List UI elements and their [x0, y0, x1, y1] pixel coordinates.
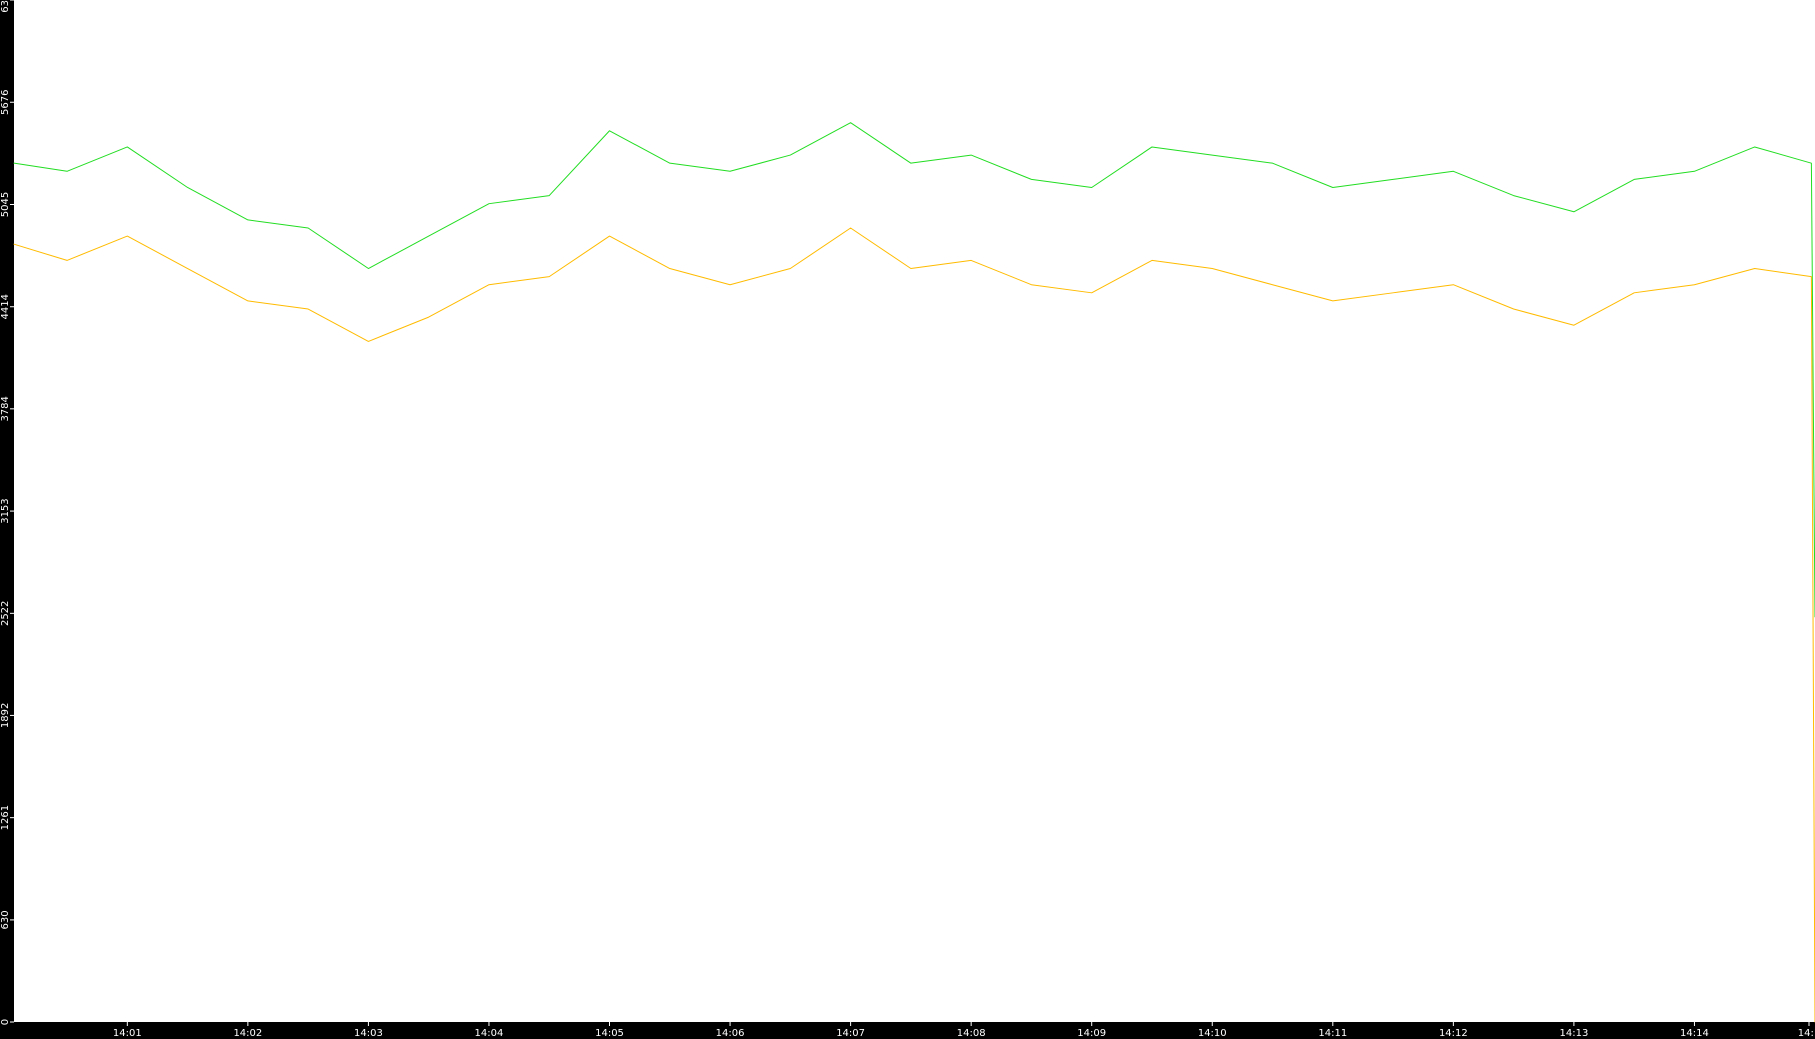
x-tick-label-11: 14:12 — [1439, 1028, 1468, 1039]
y-tick-label-7: 4414 — [0, 294, 11, 319]
x-tick-label-7: 14:08 — [957, 1028, 986, 1039]
plot-area — [14, 0, 1815, 1022]
x-tick-label-6: 14:07 — [836, 1028, 865, 1039]
chart-root: 0 630 1261 1892 2522 3153 3784 4414 5045 5676 6307… — [0, 0, 1815, 1039]
y-tick-label-2: 1261 — [0, 805, 11, 830]
x-tick-label-10: 14:11 — [1318, 1028, 1347, 1039]
time-series-chart: 0 630 1261 1892 2522 3153 3784 4414 5045 5676 6307… — [0, 0, 1815, 1039]
y-tick-label-3: 1892 — [0, 703, 11, 728]
y-tick-label-4: 2522 — [0, 601, 11, 626]
x-tick-label-8: 14:09 — [1077, 1028, 1106, 1039]
y-tick-label-5: 3153 — [0, 498, 11, 523]
x-tick-label-2: 14:03 — [354, 1028, 383, 1039]
x-tick-label-14: 14:1 — [1798, 1028, 1815, 1039]
y-tick-label-1: 630 — [0, 910, 11, 929]
x-tick-label-12: 14:13 — [1559, 1028, 1588, 1039]
y-tick-label-8: 5045 — [0, 192, 11, 217]
x-tick-label-4: 14:05 — [595, 1028, 624, 1039]
y-tick-label-9: 5676 — [0, 90, 11, 115]
x-tick-label-13: 14:14 — [1680, 1028, 1709, 1039]
x-tick-label-5: 14:06 — [716, 1028, 745, 1039]
y-tick-label-0: 0 — [0, 1019, 11, 1025]
x-tick-label-9: 14:10 — [1198, 1028, 1227, 1039]
x-tick-label-1: 14:02 — [233, 1028, 262, 1039]
x-tick-label-0: 14:01 — [113, 1028, 142, 1039]
x-tick-label-3: 14:04 — [475, 1028, 504, 1039]
y-tick-label-10: 6307 — [0, 0, 11, 13]
y-tick-label-6: 3784 — [0, 396, 11, 421]
